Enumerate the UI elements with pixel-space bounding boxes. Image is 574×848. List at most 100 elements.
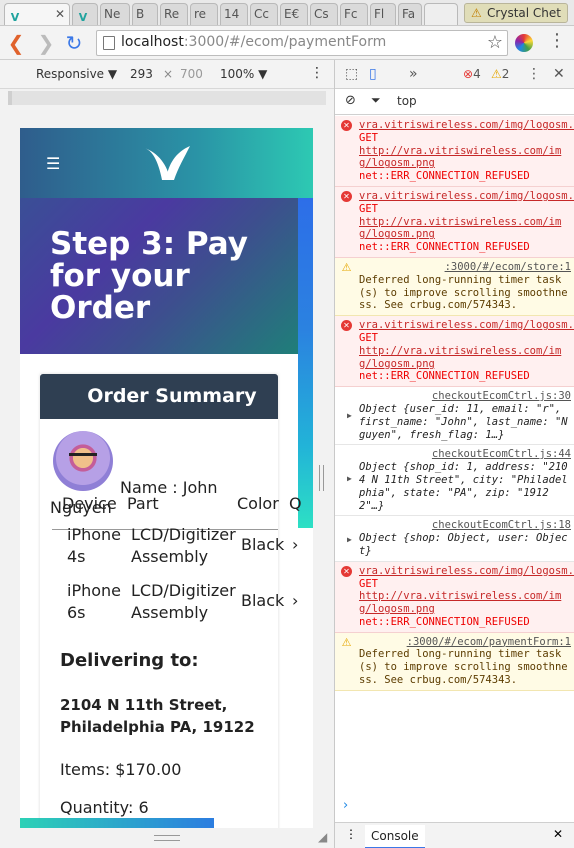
tab-12[interactable]: Fa	[398, 3, 422, 25]
console-message: ✕ vra.vitriswireless.com/img/logosm.png:1…	[335, 316, 574, 388]
customer-last-name: Nguyen	[50, 498, 112, 517]
tab-11[interactable]: Fl	[370, 3, 396, 25]
console-message: ⚠:3000/#/ecom/paymentForm:1 Deferred long…	[335, 632, 574, 691]
expand-triangle-icon[interactable]: ▶	[347, 410, 352, 423]
tab-10[interactable]: Fc	[340, 3, 368, 25]
message-source-link[interactable]: vra.vitriswireless.com/img/logosm.png:1	[359, 319, 574, 332]
message-line: Object {user_id: 11, email: "r", first_n…	[359, 402, 568, 441]
reload-icon[interactable]: ↻	[62, 31, 86, 55]
message-line[interactable]: http://vra.vitriswireless.com/img/logosm…	[359, 590, 571, 616]
message-source-link[interactable]: vra.vitriswireless.com/img/logosm.png:1	[359, 565, 574, 578]
site-logo-icon[interactable]	[144, 146, 190, 182]
console-messages: ✕ vra.vitriswireless.com/img/logosm.png:1…	[335, 116, 574, 808]
card-title: Order Summary	[40, 374, 278, 419]
message-source-link[interactable]: vra.vitriswireless.com/img/logosm.png:1	[359, 119, 574, 132]
resize-corner-icon[interactable]: ◢	[318, 830, 327, 844]
tab-6[interactable]: 14	[220, 3, 248, 25]
zoom-select[interactable]: 100% ▼	[220, 67, 267, 81]
viewport-width-input[interactable]	[130, 65, 166, 83]
more-tabs-icon[interactable]: »	[409, 66, 418, 82]
url-host: localhost	[121, 34, 184, 50]
close-drawer-icon[interactable]: ✕	[553, 827, 563, 841]
profile-name: Crystal Chet	[487, 6, 561, 20]
decorative-stripe-bottom	[20, 818, 214, 828]
warning-icon: ⚠	[341, 635, 352, 649]
col-header-color: Color	[237, 494, 279, 513]
devtools-panel: ⬚ ▯ » ⊗4 ⚠2 ⋮ ✕ ⊘ ⏷ top ✕ vra.vitriswirel…	[334, 60, 574, 848]
error-count-badge[interactable]: ⊗4	[463, 67, 481, 81]
items-total: Items: $170.00	[60, 760, 182, 779]
message-source-link[interactable]: checkoutEcomCtrl.js:18	[359, 519, 571, 532]
message-line: net::ERR_CONNECTION_REFUSED	[359, 241, 530, 254]
tab-5[interactable]: re	[190, 3, 218, 25]
message-line: GET	[359, 202, 378, 215]
times-icon: ×	[163, 67, 174, 81]
message-source-link[interactable]: :3000/#/ecom/paymentForm:1	[359, 636, 571, 649]
console-prompt-icon[interactable]: ›	[343, 798, 348, 813]
message-source-link[interactable]: vra.vitriswireless.com/img/logosm.png:1	[359, 190, 574, 203]
tab-4[interactable]: Re	[160, 3, 188, 25]
message-source-link[interactable]: checkoutEcomCtrl.js:30	[359, 390, 571, 403]
message-line: GET	[359, 577, 378, 590]
message-line[interactable]: http://vra.vitriswireless.com/img/logosm…	[359, 345, 571, 371]
inspect-element-icon[interactable]: ⬚	[345, 66, 358, 82]
hero-banner: Step 3: Pay for your Order	[20, 198, 298, 354]
extension-icon[interactable]	[515, 34, 533, 52]
row-0-color: Black	[241, 535, 285, 554]
message-line: net::ERR_CONNECTION_REFUSED	[359, 370, 530, 383]
tab-3[interactable]: B	[132, 3, 158, 25]
avatar	[53, 431, 113, 491]
hamburger-menu-icon[interactable]: ☰	[46, 154, 60, 173]
page-title: Step 3: Pay for your Order	[50, 226, 248, 326]
viewport-height-input[interactable]	[180, 65, 216, 83]
expand-triangle-icon[interactable]: ▶	[347, 534, 352, 547]
profile-button[interactable]: ⚠ Crystal Chet	[464, 3, 568, 23]
row-0-more-icon[interactable]: ›	[292, 534, 298, 556]
bookmark-star-icon[interactable]: ☆	[487, 32, 503, 53]
delivery-address: 2104 N 11th Street, Philadelphia PA, 191…	[60, 694, 280, 738]
error-count: 4	[473, 67, 481, 81]
expand-triangle-icon[interactable]: ▶	[347, 473, 352, 486]
tab-1[interactable]: V	[72, 3, 98, 25]
message-line[interactable]: http://vra.vitriswireless.com/img/logosm…	[359, 216, 571, 242]
forward-icon[interactable]: ❯	[34, 31, 58, 55]
devtools-menu-icon[interactable]: ⋮	[527, 66, 541, 82]
back-icon[interactable]: ❮	[4, 31, 28, 55]
message-source-link[interactable]: checkoutEcomCtrl.js:44	[359, 448, 571, 461]
viewport-height-handle[interactable]	[154, 835, 180, 841]
tab-console[interactable]: Console	[365, 825, 425, 848]
tab-2[interactable]: Ne	[100, 3, 130, 25]
tab-9[interactable]: Cs	[310, 3, 338, 25]
tab-label: 14	[224, 7, 240, 21]
warning-count-badge[interactable]: ⚠2	[491, 67, 509, 81]
tab-0[interactable]: V ✕	[4, 3, 70, 25]
context-select[interactable]: top	[397, 94, 417, 108]
drawer-menu-icon[interactable]: ⋮	[345, 827, 357, 841]
new-tab-button[interactable]	[424, 3, 458, 25]
row-1-more-icon[interactable]: ›	[292, 590, 298, 612]
close-icon[interactable]: ✕	[55, 4, 65, 24]
url-input[interactable]: localhost:3000/#/ecom/paymentForm ☆	[96, 30, 508, 56]
viewport-resize-handle[interactable]	[319, 465, 324, 491]
message-source-link[interactable]: :3000/#/ecom/store:1	[359, 261, 571, 274]
tab-label: E€	[284, 7, 300, 21]
message-line[interactable]: http://vra.vitriswireless.com/img/logosm…	[359, 145, 571, 171]
error-icon: ✕	[341, 565, 352, 577]
media-query-ruler	[8, 91, 326, 105]
close-devtools-icon[interactable]: ✕	[553, 66, 565, 82]
message-line: net::ERR_CONNECTION_REFUSED	[359, 615, 530, 628]
browser-menu-icon[interactable]: ⋮	[548, 30, 566, 51]
address-bar: ❮ ❯ ↻ localhost:3000/#/ecom/paymentForm …	[0, 26, 574, 60]
clear-console-icon[interactable]: ⊘	[345, 93, 356, 108]
devtools-toolbar: ⬚ ▯ » ⊗4 ⚠2 ⋮ ✕	[335, 60, 574, 89]
tab-7[interactable]: Cc	[250, 3, 278, 25]
device-toggle-icon[interactable]: ▯	[369, 66, 377, 82]
delivering-heading: Delivering to:	[60, 650, 199, 671]
message-line: Object {shop_id: 1, address: "2104 N 11t…	[359, 461, 568, 512]
more-icon[interactable]: ⋮	[310, 65, 324, 81]
error-icon: ✕	[341, 190, 352, 202]
device-mode-select[interactable]: Responsive ▼	[36, 67, 117, 81]
filter-icon[interactable]: ⏷	[371, 93, 381, 108]
devtools-drawer: ⋮ Console ✕	[335, 822, 574, 848]
tab-8[interactable]: E€	[280, 3, 308, 25]
